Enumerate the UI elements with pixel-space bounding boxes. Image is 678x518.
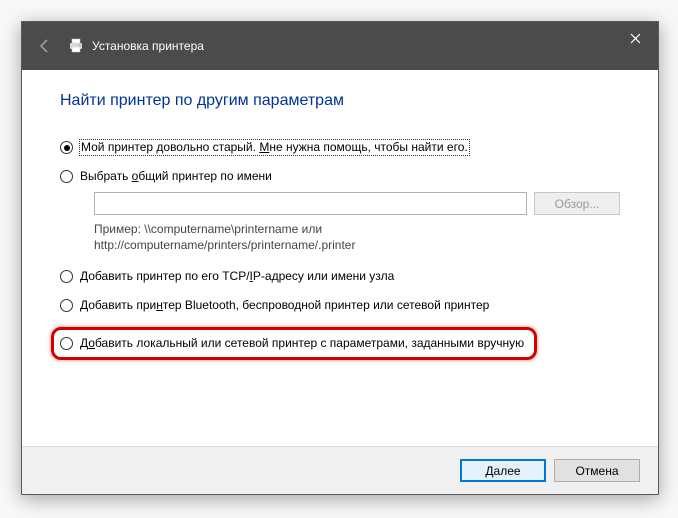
option-label: Добавить принтер по его TCP/IP-адресу ил…	[80, 269, 394, 284]
wizard-window: Установка принтера Найти принтер по друг…	[21, 21, 659, 495]
footer: Далее Отмена	[22, 446, 658, 494]
option-label: Мой принтер довольно старый. Мне нужна п…	[80, 140, 469, 155]
radio-icon	[60, 141, 73, 154]
titlebar: Установка принтера	[22, 22, 658, 70]
example-text: Пример: \\computername\printername или h…	[94, 221, 620, 253]
option-bluetooth[interactable]: Добавить принтер Bluetooth, беспроводной…	[60, 298, 620, 313]
option-shared-printer[interactable]: Выбрать общий принтер по имени	[60, 169, 620, 184]
window-title: Установка принтера	[92, 39, 204, 53]
option-tcpip[interactable]: Добавить принтер по его TCP/IP-адресу ил…	[60, 269, 620, 284]
option-local-manual[interactable]: Добавить локальный или сетевой принтер с…	[60, 336, 524, 351]
option-label: Добавить принтер Bluetooth, беспроводной…	[80, 298, 489, 313]
close-button[interactable]	[612, 22, 658, 54]
shared-printer-input[interactable]	[94, 192, 527, 215]
next-button[interactable]: Далее	[460, 459, 546, 482]
highlight-box: Добавить локальный или сетевой принтер с…	[51, 327, 537, 360]
radio-icon	[60, 299, 73, 312]
shared-printer-block: Обзор... Пример: \\computername\printern…	[94, 192, 620, 253]
browse-button: Обзор...	[534, 192, 620, 215]
printer-icon	[68, 38, 84, 54]
radio-icon	[60, 270, 73, 283]
radio-icon	[60, 170, 73, 183]
option-label: Выбрать общий принтер по имени	[80, 169, 272, 184]
back-button	[22, 22, 68, 70]
option-label: Добавить локальный или сетевой принтер с…	[80, 336, 524, 351]
radio-icon	[60, 337, 73, 350]
content-area: Найти принтер по другим параметрам Мой п…	[22, 70, 658, 360]
option-old-printer[interactable]: Мой принтер довольно старый. Мне нужна п…	[60, 140, 620, 155]
cancel-button[interactable]: Отмена	[554, 459, 640, 482]
page-heading: Найти принтер по другим параметрам	[60, 92, 620, 110]
